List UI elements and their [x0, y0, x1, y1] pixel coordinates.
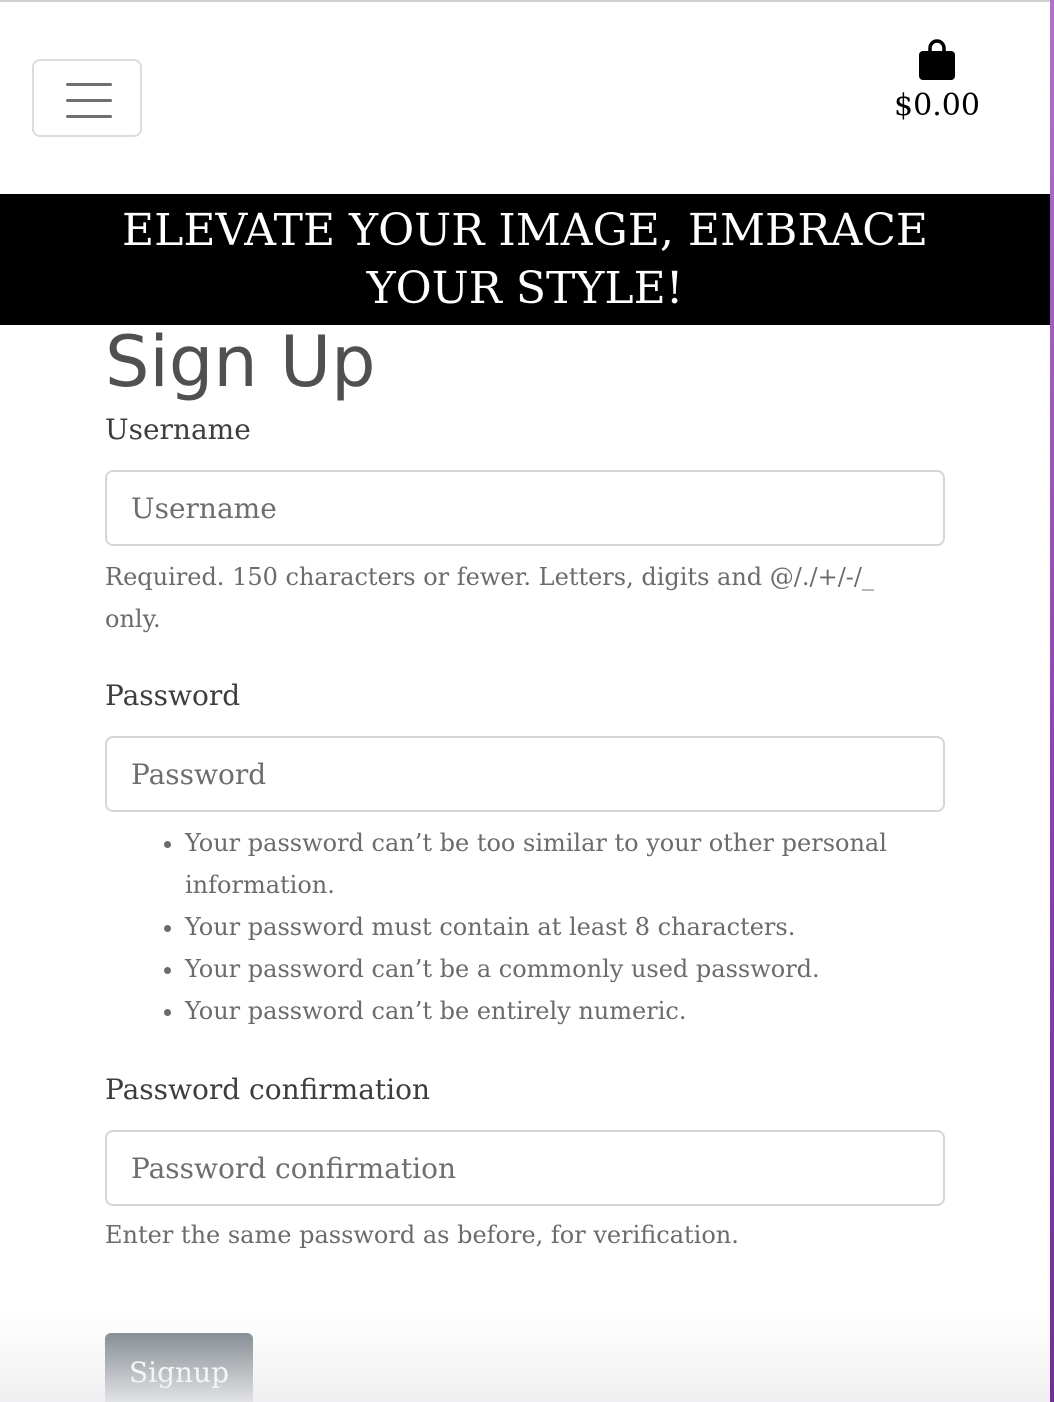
signup-form: Sign Up Username Required. 150 character…	[105, 320, 945, 1402]
password-help-item: Your password can’t be a commonly used p…	[185, 948, 945, 990]
username-input[interactable]	[105, 470, 945, 546]
shopping-bag-icon	[919, 39, 955, 80]
username-label: Username	[105, 413, 251, 446]
password-label: Password	[105, 679, 241, 712]
hamburger-icon-bar-bottom	[66, 115, 112, 118]
password-confirmation-help-text: Enter the same password as before, for v…	[105, 1221, 739, 1249]
signup-button[interactable]: Signup	[105, 1333, 253, 1402]
cart-total: $0.00	[894, 88, 980, 123]
password-help-item: Your password must contain at least 8 ch…	[185, 906, 945, 948]
password-confirmation-label: Password confirmation	[105, 1073, 431, 1106]
password-help-item: Your password can’t be too similar to yo…	[185, 822, 945, 906]
username-help-text: Required. 150 characters or fewer. Lette…	[105, 563, 874, 633]
promo-banner: ELEVATE YOUR IMAGE, EMBRACE YOUR STYLE!	[0, 194, 1050, 325]
page-viewport: $0.00 ELEVATE YOUR IMAGE, EMBRACE YOUR S…	[0, 0, 1050, 1402]
hamburger-icon-bar-middle	[66, 99, 112, 102]
password-confirmation-input[interactable]	[105, 1130, 945, 1206]
hamburger-icon-bar-top	[66, 83, 112, 86]
navbar: $0.00	[0, 2, 1050, 194]
menu-toggle-button[interactable]	[32, 59, 142, 137]
banner-text: ELEVATE YOUR IMAGE, EMBRACE YOUR STYLE!	[121, 205, 929, 314]
password-help-list: Your password can’t be too similar to yo…	[105, 822, 945, 1032]
cart-link[interactable]: $0.00	[872, 38, 1002, 128]
password-help-item: Your password can’t be entirely numeric.	[185, 990, 945, 1032]
password-input[interactable]	[105, 736, 945, 812]
page-title: Sign Up	[105, 321, 376, 403]
